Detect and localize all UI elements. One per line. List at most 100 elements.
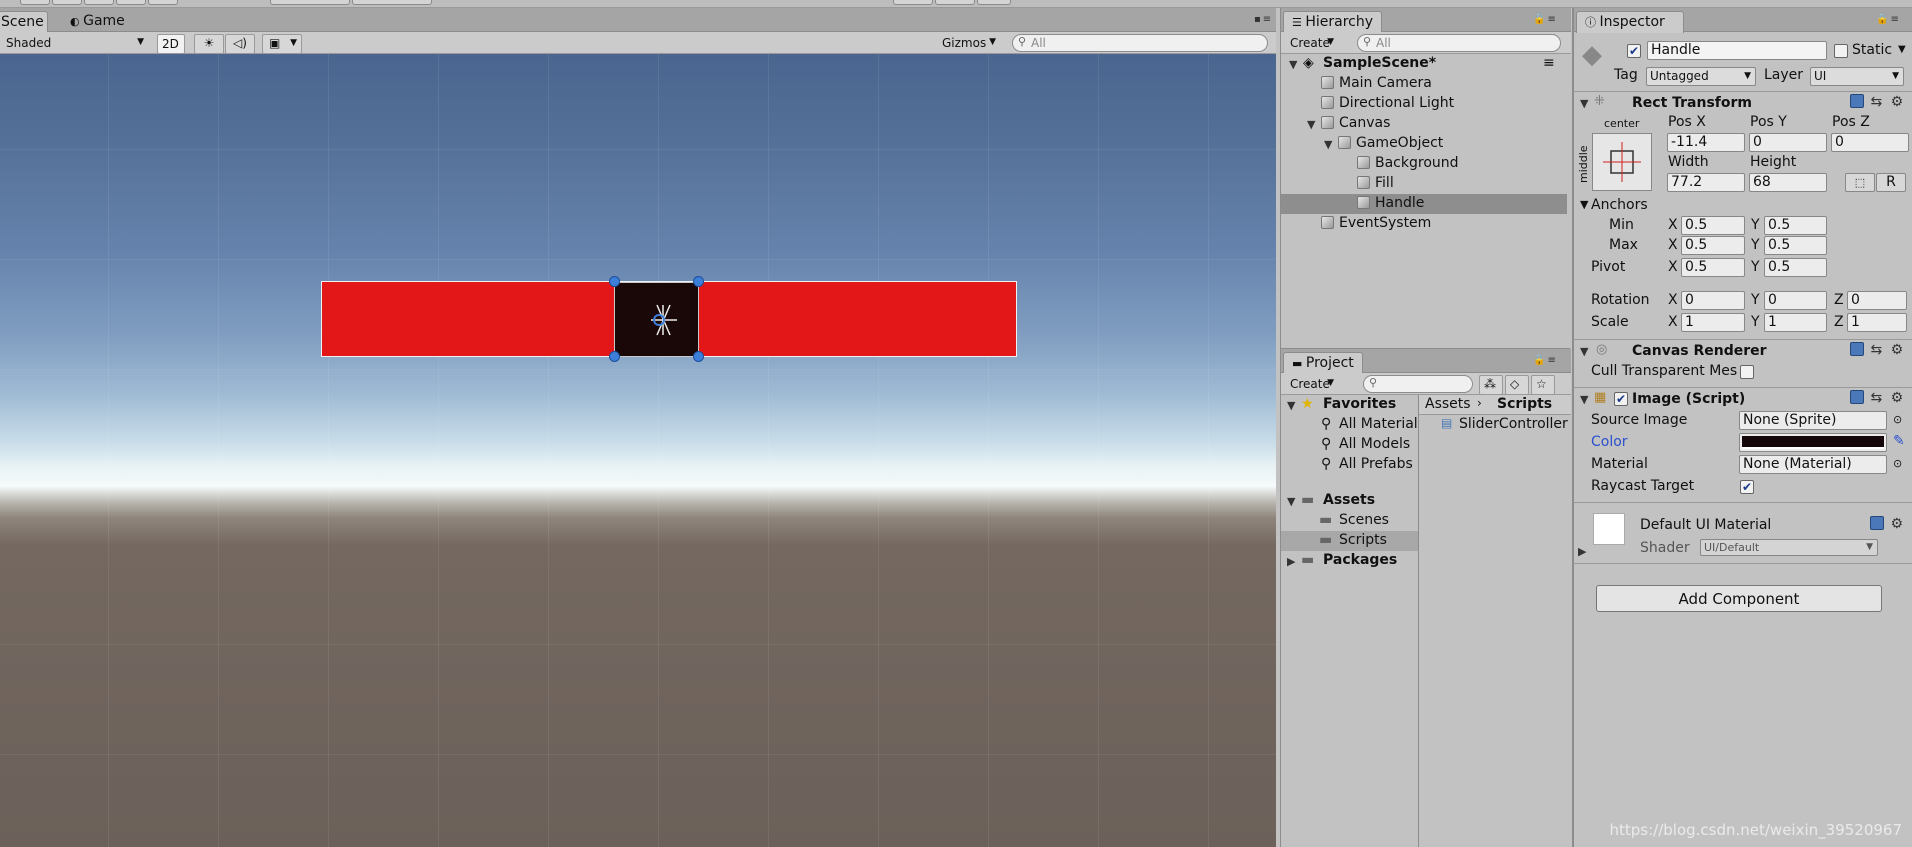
hierarchy-item-directional-light[interactable]: Directional Light [1281,94,1571,114]
rect-transform-header[interactable]: ▼ ⁜ Rect Transform ⇆ ⚙ [1574,91,1912,115]
slider-handle[interactable] [614,282,699,357]
breadcrumb-scripts[interactable]: Scripts [1497,396,1552,412]
expand-arrow-icon[interactable]: ▼ [1324,138,1332,151]
material-settings-icon[interactable]: ⚙ [1870,516,1905,532]
help-book-icon[interactable] [1870,516,1884,530]
anchor-max-y-input[interactable]: 0.5 [1764,236,1827,255]
tab-hierarchy[interactable]: ☰ Hierarchy [1283,11,1383,33]
tab-inspector[interactable]: ⓘ Inspector [1576,11,1684,33]
lock-icon[interactable]: 🔒≡ [1533,14,1558,25]
anchor-presets-button[interactable] [1592,133,1652,191]
scene-menu-icon[interactable]: ≡ [1543,55,1555,71]
rotation-z-input[interactable]: 0 [1847,291,1907,310]
expand-arrow-icon[interactable]: ▼ [1580,198,1588,211]
anchor-min-x-input[interactable]: 0.5 [1681,216,1745,235]
global-toggle-button[interactable] [352,0,432,5]
favorite-all-models[interactable]: ⚲ All Models [1281,435,1418,455]
hierarchy-item-main-camera[interactable]: Main Camera [1281,74,1571,94]
raw-edit-button[interactable]: R [1876,173,1906,192]
folder-scenes[interactable]: ▬ Scenes [1281,511,1418,531]
tab-project[interactable]: ▬ Project [1283,352,1363,374]
favorite-button[interactable]: ☆ [1531,375,1555,395]
pivot-y-input[interactable]: 0.5 [1764,258,1827,277]
component-settings-icon[interactable]: ⇆ ⚙ [1850,342,1905,358]
tab-game[interactable]: ◐ Game [62,11,133,33]
hierarchy-search-input[interactable]: ⚲ All [1357,34,1561,52]
object-picker-icon[interactable]: ⊙ [1893,413,1902,426]
favorite-all-prefabs[interactable]: ⚲ All Prefabs [1281,455,1418,475]
width-input[interactable]: 77.2 [1667,173,1745,192]
resize-handle-bottom-right[interactable] [693,351,704,362]
hierarchy-item-background[interactable]: Background [1281,154,1571,174]
hierarchy-item-canvas[interactable]: ▼ Canvas [1281,114,1571,134]
file-slider-controller[interactable]: ▤ SliderController [1419,415,1571,435]
step-button[interactable] [977,0,1011,5]
object-picker-icon[interactable]: ⊙ [1893,457,1902,470]
resize-handle-top-right[interactable] [693,276,704,287]
favorite-all-materials[interactable]: ⚲ All Materials [1281,415,1418,435]
project-search-input[interactable]: ⚲ [1363,375,1473,393]
add-component-button[interactable]: Add Component [1596,585,1882,612]
hierarchy-item-fill[interactable]: Fill [1281,174,1571,194]
scale-z-input[interactable]: 1 [1847,313,1907,332]
pivot-toggle-button[interactable] [270,0,350,5]
scene-root-row[interactable]: ▼ ◈ SampleScene* ≡ [1281,54,1571,74]
expand-arrow-icon[interactable]: ▼ [1307,118,1315,131]
blueprint-mode-button[interactable]: ⬚ [1845,173,1875,192]
expand-arrow-icon[interactable]: ▼ [1289,58,1297,71]
dropdown-arrow-icon[interactable]: ▼ [1898,44,1906,55]
tag-dropdown[interactable]: Untagged ▼ [1646,67,1756,86]
pivot-x-input[interactable]: 0.5 [1681,258,1745,277]
assets-row[interactable]: ▼ ▬ Assets [1281,491,1418,511]
expand-arrow-icon[interactable]: ▼ [1287,399,1295,412]
pos-z-input[interactable]: 0 [1831,133,1909,152]
anchor-max-x-input[interactable]: 0.5 [1681,236,1745,255]
2d-mode-toggle[interactable]: 2D [157,34,185,54]
breadcrumb-assets[interactable]: Assets [1425,396,1471,412]
expand-arrow-icon[interactable]: ▼ [1580,345,1588,358]
lighting-toggle[interactable]: ☀ [194,34,224,54]
hierarchy-item-eventsystem[interactable]: EventSystem [1281,214,1571,234]
hand-tool-button[interactable] [20,0,50,5]
rotation-x-input[interactable]: 0 [1681,291,1745,310]
shader-dropdown[interactable]: UI/Default ▼ [1700,539,1878,556]
rotation-y-input[interactable]: 0 [1764,291,1827,310]
static-checkbox[interactable] [1834,44,1848,58]
lock-icon[interactable]: 🔒≡ [1533,355,1558,366]
color-field[interactable] [1739,433,1887,452]
tab-scene[interactable]: Scene [0,11,48,33]
cull-transparent-checkbox[interactable] [1740,365,1754,379]
image-script-header[interactable]: ▼ ▦ ✔ Image (Script) ⇆ ⚙ [1574,387,1912,411]
scale-y-input[interactable]: 1 [1764,313,1827,332]
component-settings-icon[interactable]: ⇆ ⚙ [1850,94,1905,110]
move-tool-button[interactable] [52,0,82,5]
layer-dropdown[interactable]: UI ▼ [1810,67,1904,86]
audio-toggle[interactable]: ◁) [225,34,255,54]
filter-type-button[interactable]: ⁂ [1479,375,1503,395]
hierarchy-item-handle[interactable]: Handle [1281,194,1567,214]
image-enabled-checkbox[interactable]: ✔ [1614,392,1628,406]
component-settings-icon[interactable]: ⇆ ⚙ [1850,390,1905,406]
hierarchy-item-gameobject[interactable]: ▼ GameObject [1281,134,1571,154]
scale-tool-button[interactable] [116,0,146,5]
help-book-icon[interactable] [1850,342,1864,356]
lock-icon[interactable]: 🔒≡ [1876,14,1901,25]
resize-handle-top-left[interactable] [609,276,620,287]
scale-x-input[interactable]: 1 [1681,313,1745,332]
canvas-renderer-header[interactable]: ▼ ◎ Canvas Renderer ⇆ ⚙ [1574,339,1912,363]
filter-label-button[interactable]: ◇ [1505,375,1529,395]
shading-mode-dropdown[interactable]: Shaded ▼ [0,34,148,54]
raycast-target-checkbox[interactable]: ✔ [1740,480,1754,494]
active-checkbox[interactable]: ✔ [1627,44,1641,58]
expand-arrow-icon[interactable]: ▼ [1580,393,1588,406]
project-create-dropdown[interactable]: Create ▼ [1284,375,1338,395]
hierarchy-create-dropdown[interactable]: Create ▼ [1284,34,1338,54]
rect-tool-button[interactable] [148,0,178,5]
panel-menu-icon[interactable]: ▪≡ [1254,14,1273,25]
expand-arrow-icon[interactable]: ▼ [1580,97,1588,110]
scene-viewport[interactable] [0,54,1276,847]
source-image-field[interactable]: None (Sprite) [1739,411,1887,430]
object-name-input[interactable]: Handle [1647,41,1827,60]
eyedropper-icon[interactable]: ✎ [1893,433,1905,449]
scene-search-input[interactable]: ⚲ All [1012,34,1268,52]
